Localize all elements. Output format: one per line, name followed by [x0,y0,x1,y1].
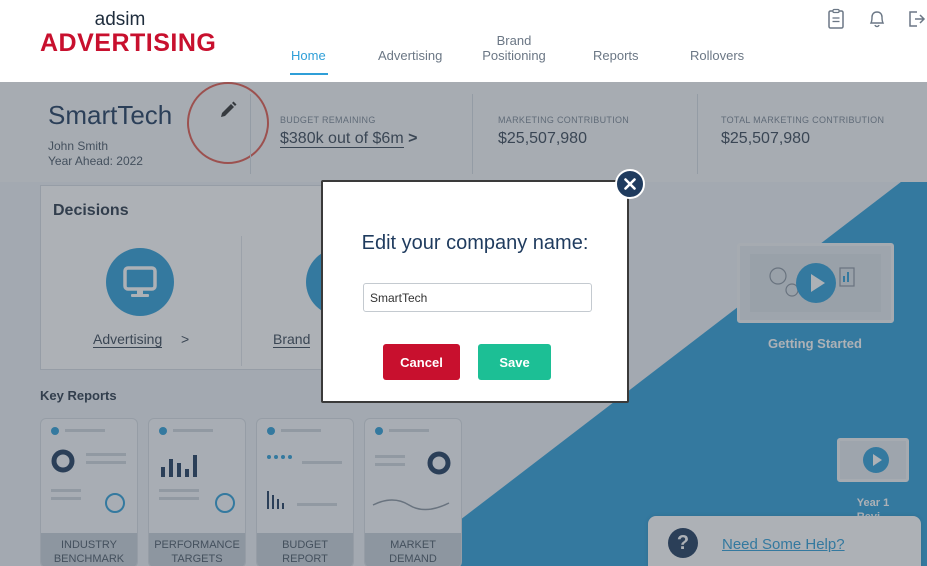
close-dialog-button[interactable] [615,169,645,199]
adsim-logo[interactable]: adsim ADVERTISING [40,9,217,57]
nav-brand-line2: Positioning [482,48,546,63]
logo-bottom-text: ADVERTISING [40,29,217,57]
company-name-input[interactable] [363,283,592,312]
dialog-title: Edit your company name: [361,232,589,254]
exit-icon[interactable] [905,8,927,30]
close-icon [624,178,636,190]
clipboard-icon[interactable] [825,8,847,30]
nav-active-indicator [290,73,328,75]
nav-home[interactable]: Home [291,48,326,63]
cancel-button[interactable]: Cancel [383,344,460,380]
nav-reports[interactable]: Reports [593,48,639,63]
nav-brand-line1: Brand [496,33,532,48]
nav-brand-positioning[interactable]: Brand Positioning [481,33,547,63]
bell-icon[interactable] [866,8,888,30]
edit-company-dialog: Edit your company name: Cancel Save [321,180,629,403]
app-header: adsim ADVERTISING Home Advertising Brand… [0,0,927,80]
nav-advertising[interactable]: Advertising [378,48,442,63]
nav-rollovers[interactable]: Rollovers [690,48,744,63]
save-button[interactable]: Save [478,344,551,380]
logo-top-text: adsim [94,9,146,30]
